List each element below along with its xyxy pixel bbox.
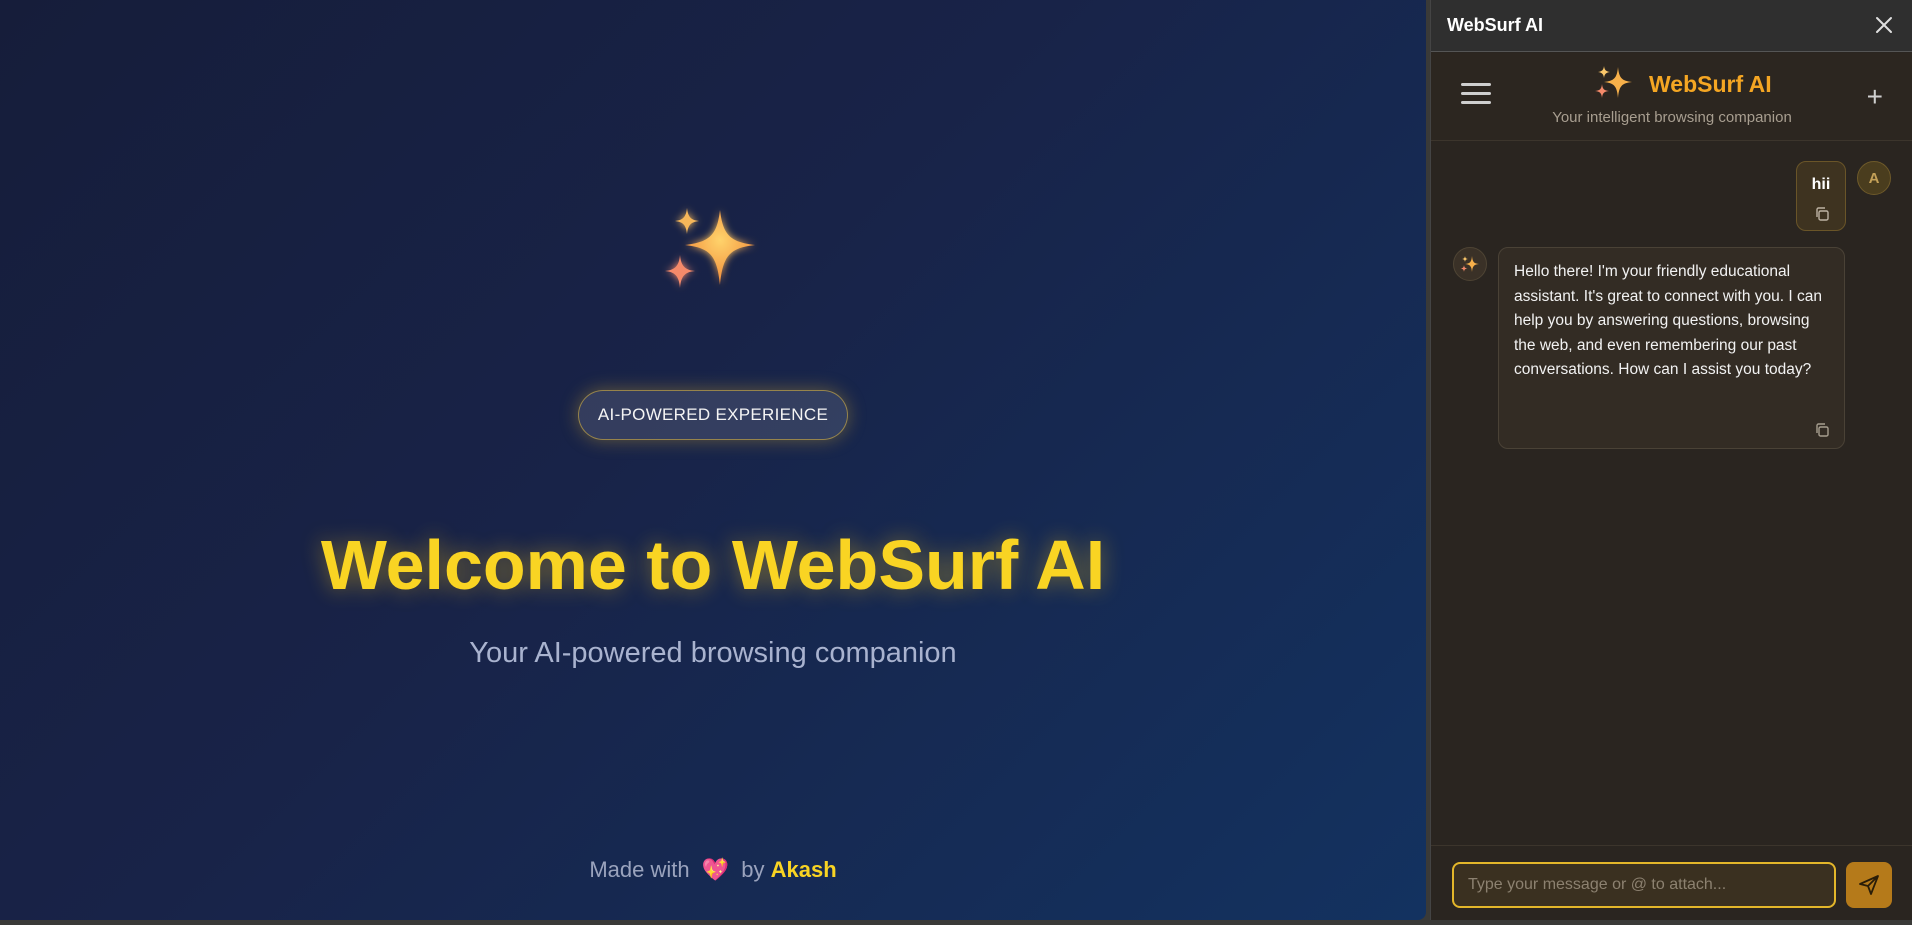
assistant-avatar (1453, 247, 1487, 281)
assistant-message: Hello there! I'm your friendly education… (1498, 247, 1845, 449)
avatar: A (1857, 161, 1891, 195)
composer (1431, 845, 1912, 920)
footer-credit: Made with 💖 by Akash (0, 857, 1426, 883)
tagline: Your AI-powered browsing companion (469, 637, 957, 669)
close-icon[interactable] (1873, 14, 1895, 36)
user-message: hii (1796, 161, 1846, 231)
footer-by: by (741, 857, 765, 882)
send-button[interactable] (1846, 862, 1892, 908)
sparkles-icon (1595, 66, 1632, 98)
send-icon (1859, 875, 1879, 895)
panel-titlebar: WebSurf AI (1431, 0, 1912, 52)
new-chat-button[interactable]: + (1867, 83, 1883, 111)
copy-icon[interactable] (1814, 422, 1830, 438)
ai-powered-badge: AI-POWERED EXPERIENCE (578, 390, 848, 440)
main-page: AI-POWERED EXPERIENCE Welcome to WebSurf… (0, 0, 1426, 920)
chat-messages: A hii Hello there! I'm your friendly edu… (1431, 141, 1912, 845)
user-message-text: hii (1811, 176, 1831, 193)
welcome-heading: Welcome to WebSurf AI (320, 526, 1106, 604)
brand-subtitle: Your intelligent browsing companion (1552, 109, 1792, 126)
sparkles-icon (1460, 256, 1479, 272)
footer-prefix: Made with (589, 857, 690, 882)
heart-icon: 💖 (701, 857, 730, 882)
assistant-message-text: Hello there! I'm your friendly education… (1514, 263, 1822, 378)
footer-author: Akash (770, 857, 837, 882)
menu-icon[interactable] (1461, 83, 1491, 109)
copy-icon[interactable] (1814, 206, 1830, 222)
brand-name: WebSurf AI (1649, 71, 1772, 97)
panel-title: WebSurf AI (1447, 15, 1544, 35)
message-input[interactable] (1452, 862, 1836, 908)
sparkles-icon (665, 208, 755, 288)
panel-header: WebSurf AI Your intelligent browsing com… (1431, 53, 1912, 141)
side-panel: WebSurf AI WebSurf AI Your intelligent b… (1430, 0, 1912, 920)
